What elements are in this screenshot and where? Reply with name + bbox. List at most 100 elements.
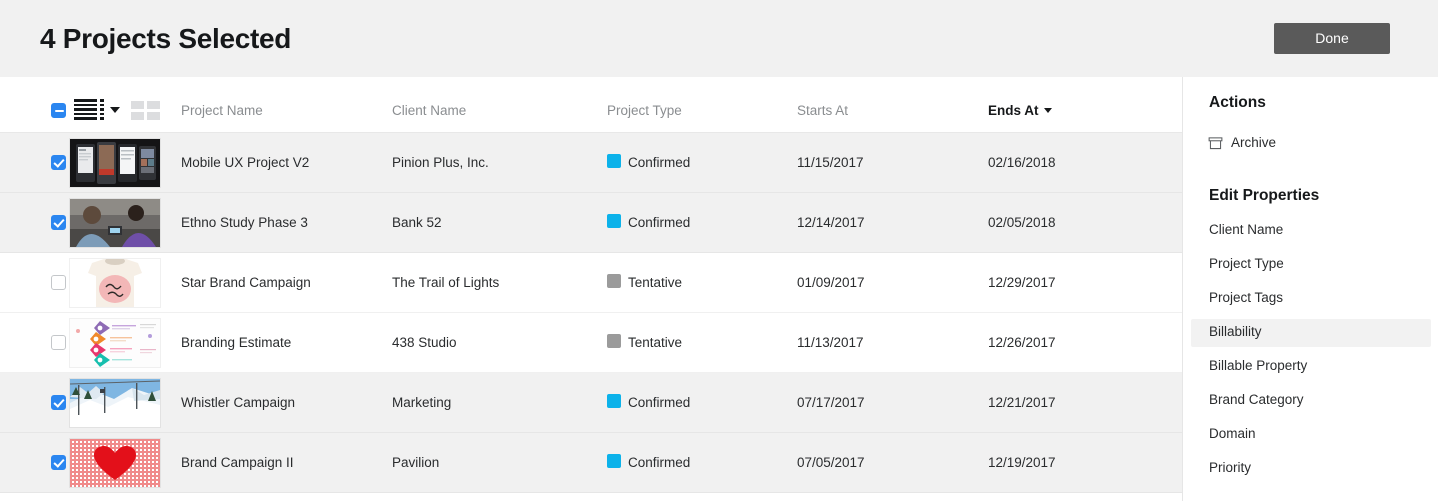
- projects-table: Project Name Client Name Project Type St…: [0, 77, 1182, 501]
- project-type-swatch: [607, 454, 621, 468]
- cell-project-name: Mobile UX Project V2: [181, 155, 310, 170]
- property-item-label: Client Name: [1209, 222, 1284, 237]
- cell-client-name: Pinion Plus, Inc.: [392, 155, 489, 170]
- project-type-swatch: [607, 214, 621, 228]
- column-header-project-name[interactable]: Project Name: [181, 103, 263, 118]
- cell-project-name: Branding Estimate: [181, 335, 292, 350]
- grid-view-icon[interactable]: [131, 101, 160, 120]
- cell-client-name: The Trail of Lights: [392, 275, 500, 290]
- cell-client-name: Marketing: [392, 395, 452, 410]
- project-type-swatch: [607, 394, 621, 408]
- table-row[interactable]: Whistler Campaign Marketing Confirmed 07…: [0, 373, 1182, 433]
- cell-client-name: 438 Studio: [392, 335, 457, 350]
- table-row[interactable]: Star Brand Campaign The Trail of Lights …: [0, 253, 1182, 313]
- row-checkbox-box[interactable]: [51, 155, 66, 170]
- property-item-priority[interactable]: Priority: [1191, 455, 1431, 483]
- row-checkbox-box[interactable]: [51, 275, 66, 290]
- cell-ends-at: 12/19/2017: [988, 455, 1056, 470]
- cell-project-type: Tentative: [628, 275, 683, 290]
- action-archive[interactable]: Archive: [1199, 132, 1423, 158]
- property-item-label: Domain: [1209, 426, 1256, 441]
- cell-client-name: Pavilion: [392, 455, 440, 470]
- property-item-brand-category[interactable]: Brand Category: [1191, 387, 1431, 415]
- bulk-edit-screen: 4 Projects Selected Done Project Name Cl…: [0, 0, 1438, 501]
- property-item-billability[interactable]: Billability: [1191, 319, 1431, 347]
- row-checkbox-box[interactable]: [51, 335, 66, 350]
- cell-project-name: Brand Campaign II: [181, 455, 294, 470]
- project-thumbnail: [70, 199, 160, 247]
- property-item-label: Priority: [1209, 460, 1252, 475]
- column-header-ends-at[interactable]: Ends At: [988, 103, 1052, 118]
- row-checkbox-box[interactable]: [51, 215, 66, 230]
- property-item-label: Billable Property: [1209, 358, 1308, 373]
- table-row[interactable]: Branding Estimate 438 Studio Tentative 1…: [0, 313, 1182, 373]
- row-checkbox-box[interactable]: [51, 395, 66, 410]
- project-thumbnail: [70, 259, 160, 307]
- cell-starts-at: 01/09/2017: [797, 275, 865, 290]
- top-bar: 4 Projects Selected Done: [0, 0, 1438, 77]
- project-thumbnail: [70, 439, 160, 487]
- row-checkbox-box[interactable]: [51, 455, 66, 470]
- actions-heading: Actions: [1209, 94, 1266, 111]
- cell-project-type: Confirmed: [628, 395, 691, 410]
- row-checkbox[interactable]: [51, 155, 66, 170]
- cell-ends-at: 12/21/2017: [988, 395, 1056, 410]
- project-type-swatch: [607, 334, 621, 348]
- column-header-project-type[interactable]: Project Type: [607, 103, 682, 118]
- select-all-checkbox[interactable]: [51, 103, 66, 118]
- edit-properties-heading: Edit Properties: [1209, 187, 1320, 204]
- table-row[interactable]: Mobile UX Project V2 Pinion Plus, Inc. C…: [0, 133, 1182, 193]
- list-view-icon[interactable]: [74, 99, 107, 121]
- done-button[interactable]: Done: [1274, 23, 1390, 54]
- select-all-checkbox-box[interactable]: [51, 103, 66, 118]
- action-archive-label: Archive: [1231, 135, 1277, 150]
- bulk-actions-panel: Actions Archive Edit Properties Client N…: [1182, 77, 1438, 501]
- row-checkbox[interactable]: [51, 395, 66, 410]
- project-thumbnail: [70, 319, 160, 367]
- page-title: 4 Projects Selected: [40, 23, 292, 54]
- row-checkbox[interactable]: [51, 215, 66, 230]
- main-content: Project Name Client Name Project Type St…: [0, 77, 1438, 501]
- column-header-starts-at[interactable]: Starts At: [797, 103, 848, 118]
- cell-project-type: Confirmed: [628, 215, 691, 230]
- property-item-label: Billability: [1209, 324, 1262, 339]
- row-checkbox[interactable]: [51, 335, 66, 350]
- cell-project-type: Confirmed: [628, 455, 691, 470]
- cell-project-name: Ethno Study Phase 3: [181, 215, 308, 230]
- row-checkbox[interactable]: [51, 275, 66, 290]
- table-body: Mobile UX Project V2 Pinion Plus, Inc. C…: [0, 133, 1182, 493]
- property-item-label: Project Type: [1209, 256, 1284, 271]
- project-thumbnail: [70, 139, 160, 187]
- property-item-client-name[interactable]: Client Name: [1191, 217, 1431, 245]
- chevron-down-icon[interactable]: [110, 107, 120, 113]
- property-item-billable-property[interactable]: Billable Property: [1191, 353, 1431, 381]
- cell-ends-at: 12/26/2017: [988, 335, 1056, 350]
- cell-client-name: Bank 52: [392, 215, 442, 230]
- cell-starts-at: 12/14/2017: [797, 215, 865, 230]
- project-thumbnail: [70, 379, 160, 427]
- column-header-client-name[interactable]: Client Name: [392, 103, 466, 118]
- archive-box-icon: [1208, 137, 1223, 150]
- cell-project-type: Confirmed: [628, 155, 691, 170]
- table-row[interactable]: Ethno Study Phase 3 Bank 52 Confirmed 12…: [0, 193, 1182, 253]
- cell-ends-at: 12/29/2017: [988, 275, 1056, 290]
- cell-project-name: Star Brand Campaign: [181, 275, 311, 290]
- property-item-label: Project Tags: [1209, 290, 1284, 305]
- property-item-project-type[interactable]: Project Type: [1191, 251, 1431, 279]
- project-type-swatch: [607, 154, 621, 168]
- cell-project-type: Tentative: [628, 335, 683, 350]
- cell-ends-at: 02/16/2018: [988, 155, 1056, 170]
- cell-starts-at: 11/13/2017: [797, 335, 864, 350]
- table-header-row: Project Name Client Name Project Type St…: [0, 77, 1182, 133]
- table-row[interactable]: Brand Campaign II Pavilion Confirmed 07/…: [0, 433, 1182, 493]
- cell-starts-at: 11/15/2017: [797, 155, 864, 170]
- cell-starts-at: 07/17/2017: [797, 395, 865, 410]
- cell-project-name: Whistler Campaign: [181, 395, 296, 410]
- row-checkbox[interactable]: [51, 455, 66, 470]
- property-item-project-tags[interactable]: Project Tags: [1191, 285, 1431, 313]
- cell-starts-at: 07/05/2017: [797, 455, 865, 470]
- cell-ends-at: 02/05/2018: [988, 215, 1056, 230]
- property-item-domain[interactable]: Domain: [1191, 421, 1431, 449]
- property-item-label: Brand Category: [1209, 392, 1304, 407]
- sort-caret-icon: [1043, 108, 1052, 113]
